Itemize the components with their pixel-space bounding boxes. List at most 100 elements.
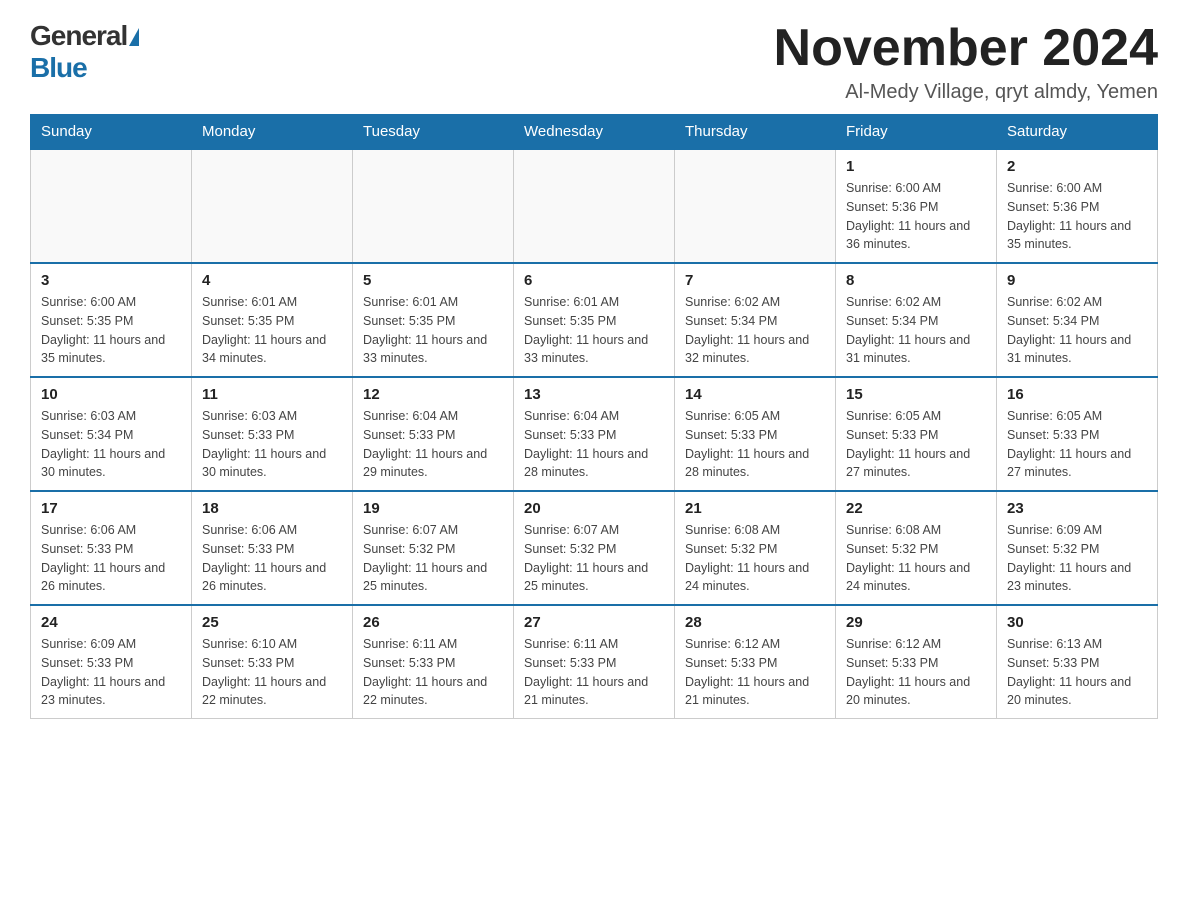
day-number: 12 bbox=[363, 386, 503, 403]
col-friday: Friday bbox=[836, 115, 997, 150]
day-number: 27 bbox=[524, 614, 664, 631]
calendar-cell: 27 Sunrise: 6:11 AMSunset: 5:33 PMDayligh… bbox=[514, 605, 675, 719]
day-number: 6 bbox=[524, 272, 664, 289]
day-info: Sunrise: 6:01 AMSunset: 5:35 PMDaylight:… bbox=[363, 293, 503, 368]
calendar-table: Sunday Monday Tuesday Wednesday Thursday… bbox=[30, 114, 1158, 719]
day-number: 8 bbox=[846, 272, 986, 289]
day-number: 24 bbox=[41, 614, 181, 631]
day-info: Sunrise: 6:07 AMSunset: 5:32 PMDaylight:… bbox=[524, 521, 664, 596]
day-number: 11 bbox=[202, 386, 342, 403]
col-sunday: Sunday bbox=[31, 115, 192, 150]
calendar-cell: 21 Sunrise: 6:08 AMSunset: 5:32 PMDayligh… bbox=[675, 491, 836, 605]
day-number: 9 bbox=[1007, 272, 1147, 289]
day-number: 22 bbox=[846, 500, 986, 517]
calendar-cell: 23 Sunrise: 6:09 AMSunset: 5:32 PMDayligh… bbox=[997, 491, 1158, 605]
calendar-cell: 1 Sunrise: 6:00 AMSunset: 5:36 PMDaylight… bbox=[836, 149, 997, 263]
day-info: Sunrise: 6:11 AMSunset: 5:33 PMDaylight:… bbox=[524, 635, 664, 710]
day-info: Sunrise: 6:00 AMSunset: 5:35 PMDaylight:… bbox=[41, 293, 181, 368]
day-number: 17 bbox=[41, 500, 181, 517]
day-info: Sunrise: 6:12 AMSunset: 5:33 PMDaylight:… bbox=[685, 635, 825, 710]
calendar-cell bbox=[675, 149, 836, 263]
calendar-header: Sunday Monday Tuesday Wednesday Thursday… bbox=[31, 115, 1158, 150]
calendar-cell: 16 Sunrise: 6:05 AMSunset: 5:33 PMDayligh… bbox=[997, 377, 1158, 491]
day-number: 29 bbox=[846, 614, 986, 631]
calendar-cell: 13Sunrise: 6:04 AMSunset: 5:33 PMDayligh… bbox=[514, 377, 675, 491]
day-info: Sunrise: 6:12 AMSunset: 5:33 PMDaylight:… bbox=[846, 635, 986, 710]
day-number: 16 bbox=[1007, 386, 1147, 403]
week-row-3: 10 Sunrise: 6:03 AMSunset: 5:34 PMDayligh… bbox=[31, 377, 1158, 491]
logo-blue-text: Blue bbox=[30, 52, 87, 84]
calendar-cell: 12 Sunrise: 6:04 AMSunset: 5:33 PMDayligh… bbox=[353, 377, 514, 491]
col-tuesday: Tuesday bbox=[353, 115, 514, 150]
day-info: Sunrise: 6:01 AMSunset: 5:35 PMDaylight:… bbox=[524, 293, 664, 368]
calendar-cell: 9 Sunrise: 6:02 AMSunset: 5:34 PMDaylight… bbox=[997, 263, 1158, 377]
day-number: 26 bbox=[363, 614, 503, 631]
day-info: Sunrise: 6:02 AMSunset: 5:34 PMDaylight:… bbox=[685, 293, 825, 368]
title-area: November 2024 Al-Medy Village, qryt almd… bbox=[774, 20, 1158, 104]
month-title: November 2024 bbox=[774, 20, 1158, 77]
calendar-cell: 14Sunrise: 6:05 AMSunset: 5:33 PMDayligh… bbox=[675, 377, 836, 491]
col-wednesday: Wednesday bbox=[514, 115, 675, 150]
calendar-cell: 30Sunrise: 6:13 AMSunset: 5:33 PMDayligh… bbox=[997, 605, 1158, 719]
location-subtitle: Al-Medy Village, qryt almdy, Yemen bbox=[774, 81, 1158, 104]
day-info: Sunrise: 6:03 AMSunset: 5:34 PMDaylight:… bbox=[41, 407, 181, 482]
day-number: 10 bbox=[41, 386, 181, 403]
day-number: 18 bbox=[202, 500, 342, 517]
calendar-cell: 11Sunrise: 6:03 AMSunset: 5:33 PMDayligh… bbox=[192, 377, 353, 491]
day-info: Sunrise: 6:06 AMSunset: 5:33 PMDaylight:… bbox=[41, 521, 181, 596]
calendar-cell: 15Sunrise: 6:05 AMSunset: 5:33 PMDayligh… bbox=[836, 377, 997, 491]
calendar-cell: 29 Sunrise: 6:12 AMSunset: 5:33 PMDayligh… bbox=[836, 605, 997, 719]
day-info: Sunrise: 6:05 AMSunset: 5:33 PMDaylight:… bbox=[1007, 407, 1147, 482]
day-number: 19 bbox=[363, 500, 503, 517]
calendar-cell bbox=[514, 149, 675, 263]
day-info: Sunrise: 6:02 AMSunset: 5:34 PMDaylight:… bbox=[846, 293, 986, 368]
calendar-cell bbox=[31, 149, 192, 263]
calendar-cell: 4Sunrise: 6:01 AMSunset: 5:35 PMDaylight… bbox=[192, 263, 353, 377]
calendar-cell bbox=[192, 149, 353, 263]
logo-triangle-icon bbox=[129, 28, 139, 46]
day-info: Sunrise: 6:07 AMSunset: 5:32 PMDaylight:… bbox=[363, 521, 503, 596]
day-info: Sunrise: 6:00 AMSunset: 5:36 PMDaylight:… bbox=[846, 179, 986, 254]
calendar-body: 1 Sunrise: 6:00 AMSunset: 5:36 PMDaylight… bbox=[31, 149, 1158, 719]
day-number: 5 bbox=[363, 272, 503, 289]
week-row-2: 3 Sunrise: 6:00 AMSunset: 5:35 PMDaylight… bbox=[31, 263, 1158, 377]
day-info: Sunrise: 6:02 AMSunset: 5:34 PMDaylight:… bbox=[1007, 293, 1147, 368]
day-info: Sunrise: 6:04 AMSunset: 5:33 PMDaylight:… bbox=[363, 407, 503, 482]
header-row: Sunday Monday Tuesday Wednesday Thursday… bbox=[31, 115, 1158, 150]
day-info: Sunrise: 6:04 AMSunset: 5:33 PMDaylight:… bbox=[524, 407, 664, 482]
page-header: General Blue November 2024 Al-Medy Villa… bbox=[30, 20, 1158, 104]
calendar-cell: 26 Sunrise: 6:11 AMSunset: 5:33 PMDayligh… bbox=[353, 605, 514, 719]
calendar-cell: 2Sunrise: 6:00 AMSunset: 5:36 PMDaylight… bbox=[997, 149, 1158, 263]
day-number: 1 bbox=[846, 158, 986, 175]
day-info: Sunrise: 6:13 AMSunset: 5:33 PMDaylight:… bbox=[1007, 635, 1147, 710]
col-monday: Monday bbox=[192, 115, 353, 150]
day-info: Sunrise: 6:00 AMSunset: 5:36 PMDaylight:… bbox=[1007, 179, 1147, 254]
day-number: 20 bbox=[524, 500, 664, 517]
calendar-cell: 18 Sunrise: 6:06 AMSunset: 5:33 PMDayligh… bbox=[192, 491, 353, 605]
day-number: 14 bbox=[685, 386, 825, 403]
day-info: Sunrise: 6:05 AMSunset: 5:33 PMDaylight:… bbox=[846, 407, 986, 482]
day-info: Sunrise: 6:11 AMSunset: 5:33 PMDaylight:… bbox=[363, 635, 503, 710]
calendar-cell: 25 Sunrise: 6:10 AMSunset: 5:33 PMDayligh… bbox=[192, 605, 353, 719]
calendar-cell: 28Sunrise: 6:12 AMSunset: 5:33 PMDayligh… bbox=[675, 605, 836, 719]
calendar-cell: 10 Sunrise: 6:03 AMSunset: 5:34 PMDayligh… bbox=[31, 377, 192, 491]
week-row-5: 24 Sunrise: 6:09 AMSunset: 5:33 PMDayligh… bbox=[31, 605, 1158, 719]
day-info: Sunrise: 6:08 AMSunset: 5:32 PMDaylight:… bbox=[685, 521, 825, 596]
day-number: 4 bbox=[202, 272, 342, 289]
calendar-cell: 24 Sunrise: 6:09 AMSunset: 5:33 PMDayligh… bbox=[31, 605, 192, 719]
day-info: Sunrise: 6:09 AMSunset: 5:32 PMDaylight:… bbox=[1007, 521, 1147, 596]
calendar-cell: 20 Sunrise: 6:07 AMSunset: 5:32 PMDayligh… bbox=[514, 491, 675, 605]
logo-general-text: General bbox=[30, 20, 127, 52]
day-number: 25 bbox=[202, 614, 342, 631]
day-info: Sunrise: 6:06 AMSunset: 5:33 PMDaylight:… bbox=[202, 521, 342, 596]
day-info: Sunrise: 6:09 AMSunset: 5:33 PMDaylight:… bbox=[41, 635, 181, 710]
day-number: 23 bbox=[1007, 500, 1147, 517]
day-number: 3 bbox=[41, 272, 181, 289]
day-info: Sunrise: 6:10 AMSunset: 5:33 PMDaylight:… bbox=[202, 635, 342, 710]
day-number: 21 bbox=[685, 500, 825, 517]
col-thursday: Thursday bbox=[675, 115, 836, 150]
calendar-cell: 5 Sunrise: 6:01 AMSunset: 5:35 PMDaylight… bbox=[353, 263, 514, 377]
calendar-cell: 17 Sunrise: 6:06 AMSunset: 5:33 PMDayligh… bbox=[31, 491, 192, 605]
week-row-1: 1 Sunrise: 6:00 AMSunset: 5:36 PMDaylight… bbox=[31, 149, 1158, 263]
calendar-cell: 6 Sunrise: 6:01 AMSunset: 5:35 PMDaylight… bbox=[514, 263, 675, 377]
